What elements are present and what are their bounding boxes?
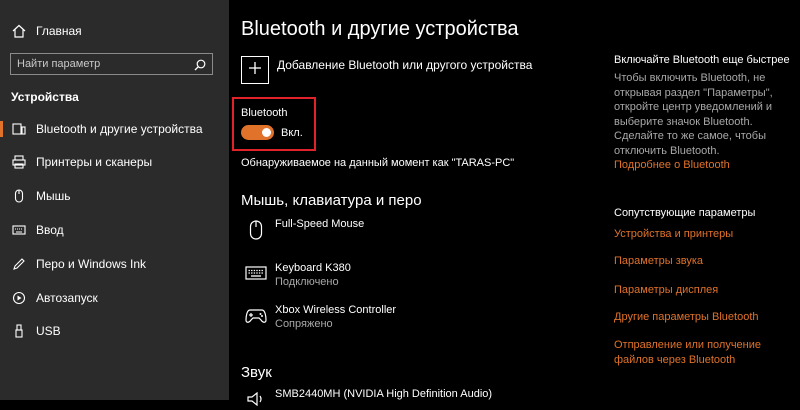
discoverable-text: Обнаруживаемое на данный момент как "TAR… bbox=[241, 157, 515, 169]
sidebar-item-label: Перо и Windows Ink bbox=[36, 257, 147, 271]
device-name[interactable]: Xbox Wireless Controller bbox=[275, 304, 396, 316]
bluetooth-highlight-frame bbox=[232, 97, 316, 151]
pen-icon bbox=[11, 256, 27, 272]
device-name[interactable]: Full-Speed Mouse bbox=[275, 218, 364, 230]
bluetooth-label: Bluetooth bbox=[241, 107, 288, 119]
bluetooth-toggle[interactable] bbox=[241, 125, 274, 140]
tip-heading: Включайте Bluetooth еще быстрее bbox=[614, 54, 790, 66]
page-title: Bluetooth и другие устройства bbox=[241, 18, 519, 40]
add-device-button[interactable] bbox=[241, 56, 269, 84]
sidebar-item-label: USB bbox=[36, 324, 61, 338]
sidebar-item-label: Ввод bbox=[36, 223, 64, 237]
sound-settings-link[interactable]: Параметры звука bbox=[614, 254, 794, 269]
devices-printers-link[interactable]: Устройства и принтеры bbox=[614, 227, 794, 242]
sidebar-item-label: Bluetooth и другие устройства bbox=[36, 122, 203, 136]
keyboard-icon bbox=[11, 222, 27, 238]
sidebar: Главная Устройства Bluetooth и другие ус… bbox=[0, 0, 229, 400]
toggle-knob bbox=[262, 128, 271, 137]
sidebar-item-label: Автозапуск bbox=[36, 291, 98, 305]
gamepad-icon bbox=[245, 305, 267, 327]
mouse-icon bbox=[11, 188, 27, 204]
related-settings-heading: Сопутствующие параметры bbox=[614, 207, 756, 219]
section-heading-sound: Звук bbox=[241, 364, 272, 381]
mouse-icon bbox=[245, 219, 267, 241]
section-heading-input-devices: Мышь, клавиатура и перо bbox=[241, 192, 422, 209]
sidebar-item-label: Мышь bbox=[36, 189, 71, 203]
sidebar-item-pen[interactable]: Перо и Windows Ink bbox=[0, 249, 229, 279]
printer-icon bbox=[11, 154, 27, 170]
sidebar-item-usb[interactable]: USB bbox=[0, 316, 229, 346]
device-status: Подключено bbox=[275, 276, 339, 288]
other-bluetooth-settings-link[interactable]: Другие параметры Bluetooth bbox=[614, 310, 794, 325]
sidebar-item-bluetooth[interactable]: Bluetooth и другие устройства bbox=[0, 114, 229, 144]
search-input[interactable] bbox=[11, 57, 189, 71]
display-settings-link[interactable]: Параметры дисплея bbox=[614, 283, 794, 298]
sidebar-home-label: Главная bbox=[36, 24, 82, 38]
add-device-label[interactable]: Добавление Bluetooth или другого устройс… bbox=[277, 58, 532, 72]
speaker-icon bbox=[245, 388, 267, 410]
plus-icon bbox=[248, 61, 262, 80]
sidebar-item-printers[interactable]: Принтеры и сканеры bbox=[0, 147, 229, 177]
active-indicator bbox=[0, 121, 3, 137]
usb-icon bbox=[11, 323, 27, 339]
search-box bbox=[10, 53, 213, 75]
tip-text: Чтобы включить Bluetooth, не открывая ра… bbox=[614, 72, 773, 157]
sidebar-item-input[interactable]: Ввод bbox=[0, 215, 229, 245]
device-name[interactable]: Keyboard K380 bbox=[275, 262, 351, 274]
autoplay-icon bbox=[11, 290, 27, 306]
sidebar-item-autoplay[interactable]: Автозапуск bbox=[0, 283, 229, 313]
device-name[interactable]: SMB2440MH (NVIDIA High Definition Audio) bbox=[275, 388, 492, 400]
sidebar-home[interactable]: Главная bbox=[0, 16, 229, 46]
sidebar-section-label: Устройства bbox=[11, 90, 79, 104]
toggle-state-label: Вкл. bbox=[281, 127, 303, 139]
send-receive-files-link[interactable]: Отправление или получение файлов через B… bbox=[614, 338, 774, 367]
sidebar-item-mouse[interactable]: Мышь bbox=[0, 181, 229, 211]
keyboard-icon bbox=[245, 262, 267, 284]
more-about-bluetooth-link[interactable]: Подробнее о Bluetooth bbox=[614, 158, 794, 173]
search-icon[interactable] bbox=[194, 58, 206, 76]
bluetooth-devices-icon bbox=[11, 121, 27, 137]
home-icon bbox=[11, 23, 27, 39]
device-status: Сопряжено bbox=[275, 318, 333, 330]
sidebar-item-label: Принтеры и сканеры bbox=[36, 155, 153, 169]
